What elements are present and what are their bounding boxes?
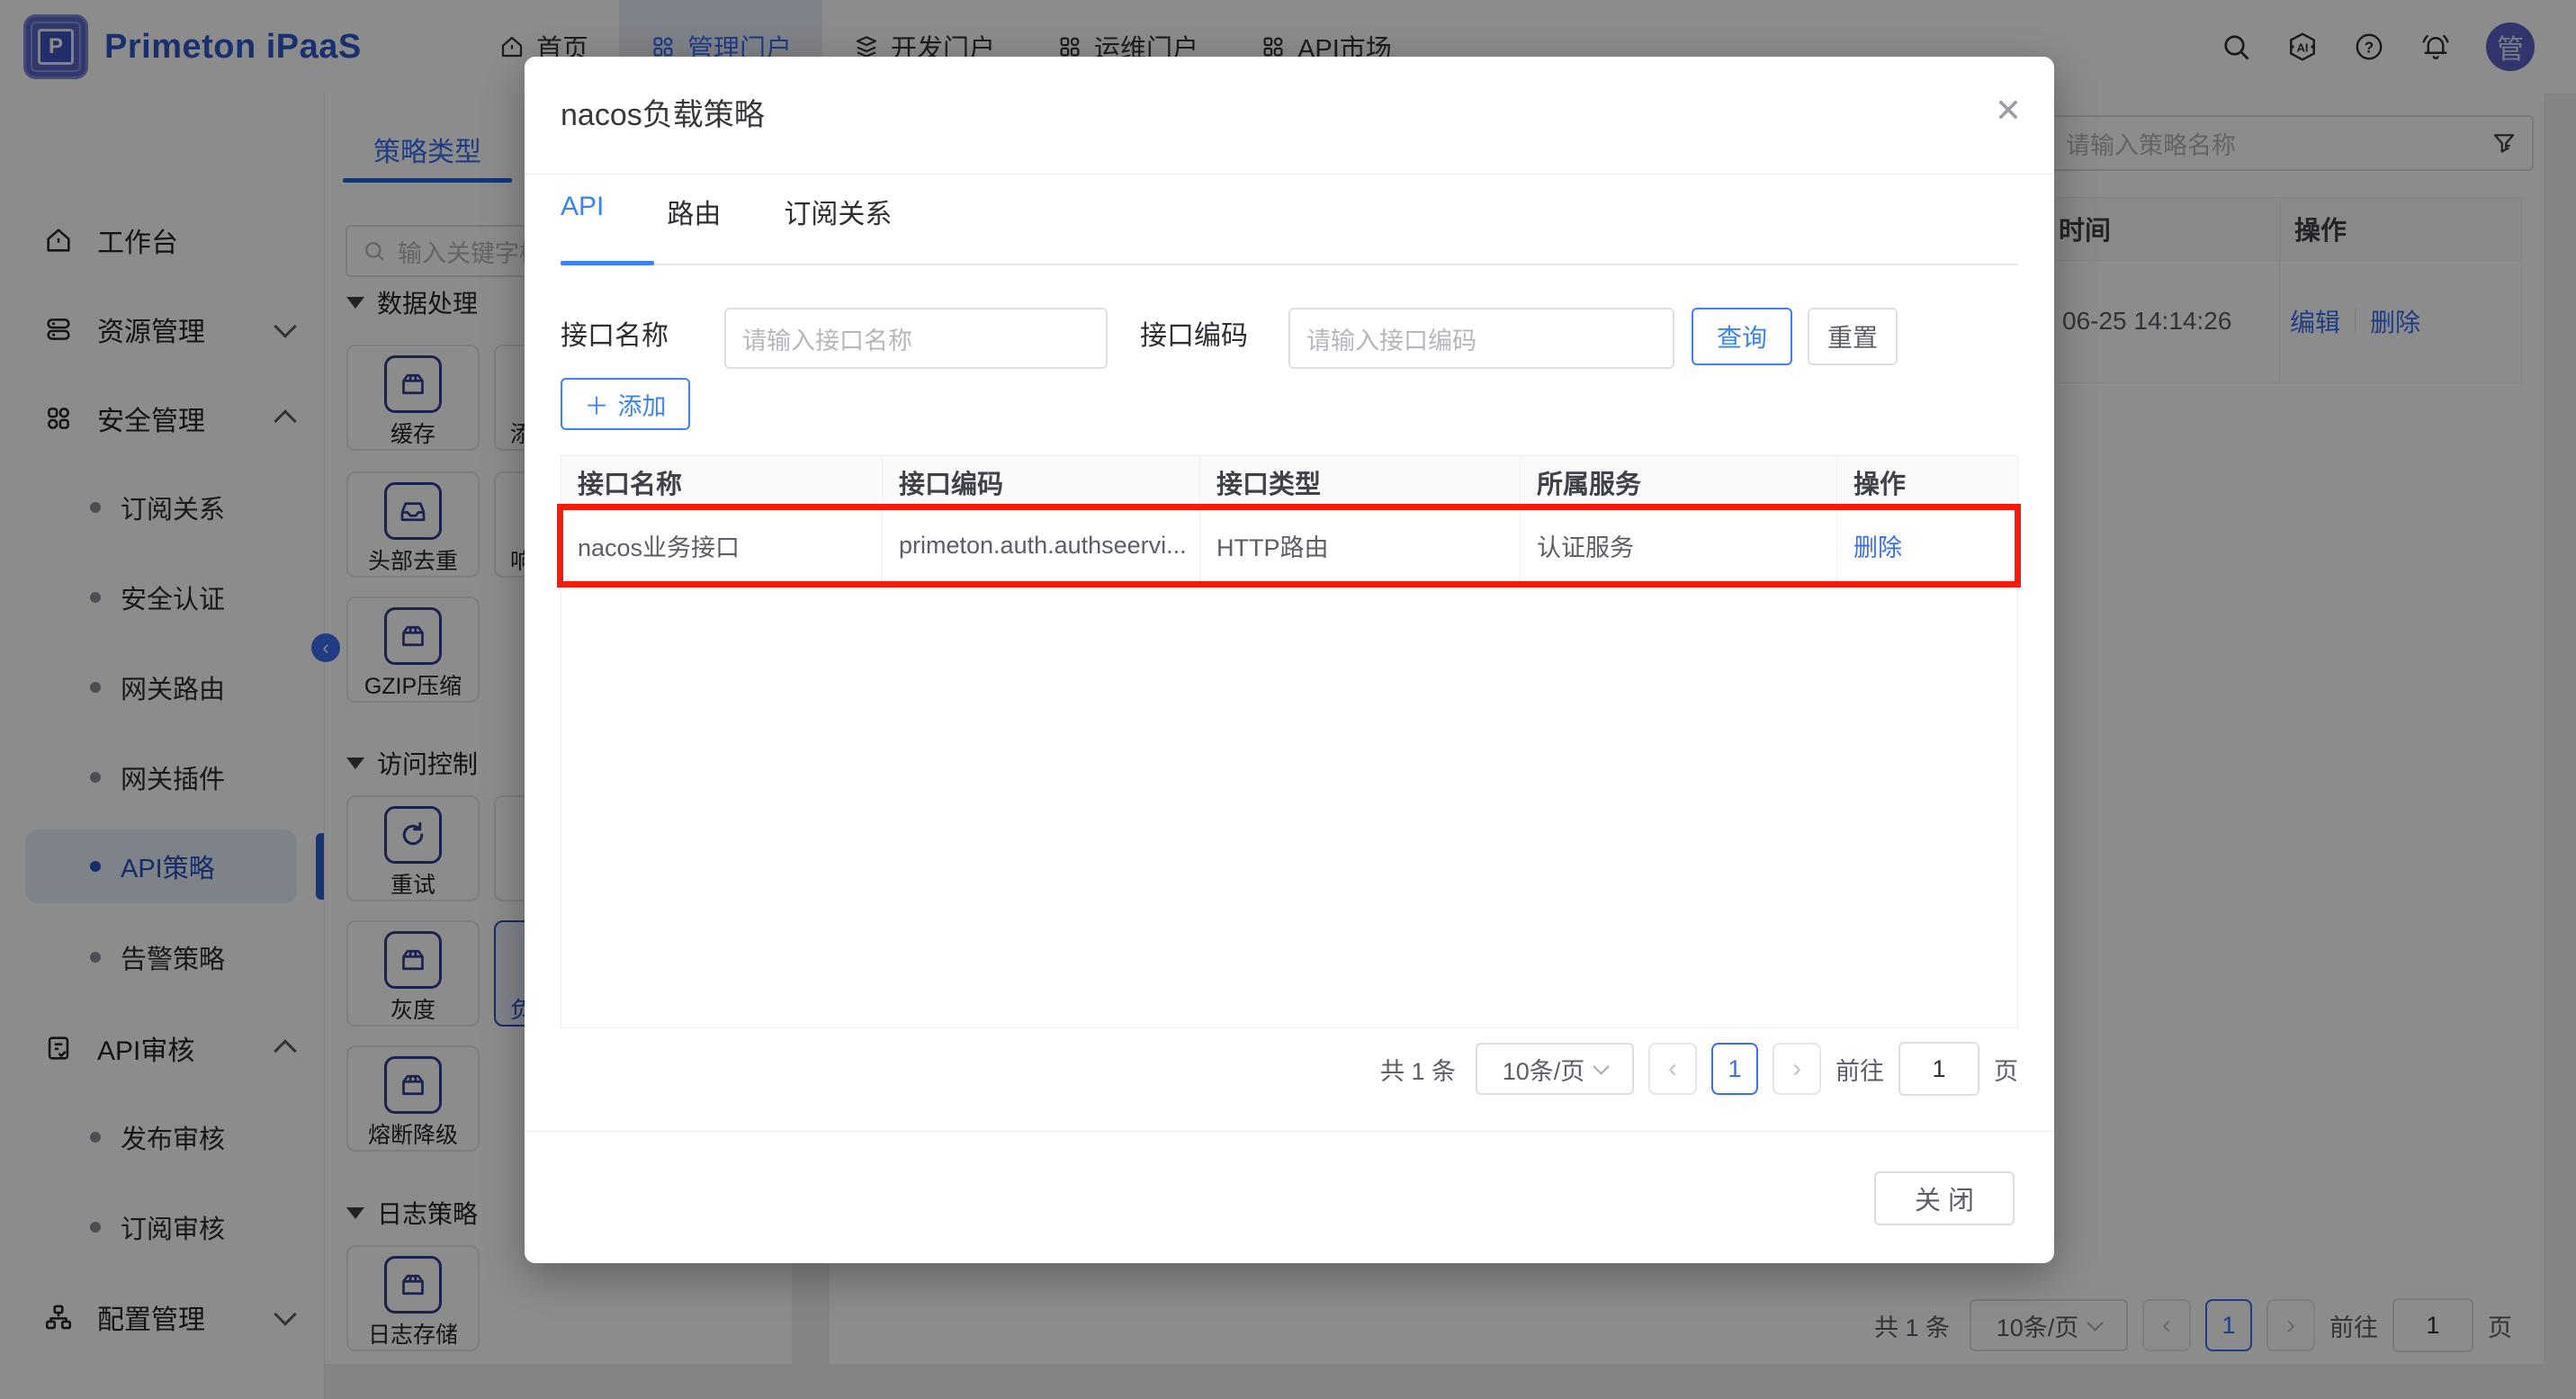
goto-page-input[interactable] bbox=[1898, 1042, 1979, 1096]
prev-page-button[interactable]: ‹ bbox=[1648, 1043, 1697, 1095]
modal-title: nacos负载策略 bbox=[561, 57, 765, 174]
page-size-value: 10条/页 bbox=[1503, 1052, 1585, 1087]
column-header-actions: 操作 bbox=[1837, 456, 2017, 508]
modal-tabs: API 路由 订阅关系 bbox=[561, 192, 892, 255]
add-button-label: 添加 bbox=[618, 387, 667, 422]
column-header-api-name: 接口名称 bbox=[561, 456, 883, 508]
tab-subscriptions[interactable]: 订阅关系 bbox=[784, 192, 892, 255]
api-name-label: 接口名称 bbox=[561, 308, 669, 365]
plus-icon: ＋ bbox=[585, 387, 609, 422]
input-placeholder: 请输入接口名称 bbox=[742, 321, 912, 356]
app-root: P Primeton iPaaS 首页 管理门户 开发门户 运维门户 bbox=[0, 0, 2576, 1399]
divider bbox=[525, 1131, 2054, 1132]
api-table: 接口名称 接口编码 接口类型 所属服务 操作 nacos业务接口 primeto… bbox=[561, 455, 2018, 1028]
divider bbox=[525, 174, 2054, 175]
cell-api-type: HTTP路由 bbox=[1200, 509, 1521, 582]
column-header-service: 所属服务 bbox=[1521, 456, 1837, 508]
current-page-button[interactable]: 1 bbox=[1711, 1043, 1758, 1095]
table-header-row: 接口名称 接口编码 接口类型 所属服务 操作 bbox=[561, 455, 2017, 509]
tab-route[interactable]: 路由 bbox=[667, 192, 721, 255]
page-size-select[interactable]: 10条/页 bbox=[1476, 1043, 1634, 1095]
api-code-input[interactable]: 请输入接口编码 bbox=[1288, 308, 1674, 369]
table-row[interactable]: nacos业务接口 primeton.auth.authseervi... HT… bbox=[561, 509, 2017, 583]
cell-api-name: nacos业务接口 bbox=[561, 509, 883, 582]
close-button[interactable]: 关 闭 bbox=[1874, 1171, 2015, 1225]
tab-api[interactable]: API bbox=[561, 192, 604, 255]
modal-pagination: 共 1 条 10条/页 ‹ 1 › 前往 页 bbox=[1380, 1042, 2018, 1096]
nacos-load-policy-modal: nacos负载策略 ✕ API 路由 订阅关系 接口名称 请输入接口名称 接口编… bbox=[525, 57, 2054, 1263]
api-name-input[interactable]: 请输入接口名称 bbox=[724, 308, 1108, 369]
search-button[interactable]: 查询 bbox=[1692, 308, 1792, 365]
column-header-api-code: 接口编码 bbox=[883, 456, 1200, 508]
reset-button[interactable]: 重置 bbox=[1808, 308, 1898, 365]
goto-label: 前往 bbox=[1836, 1052, 1884, 1087]
input-placeholder: 请输入接口编码 bbox=[1306, 321, 1476, 356]
add-button[interactable]: ＋ 添加 bbox=[561, 378, 690, 430]
tabs-underline bbox=[561, 264, 2018, 265]
column-header-api-type: 接口类型 bbox=[1200, 456, 1521, 508]
tab-active-bar bbox=[561, 261, 654, 265]
delete-link[interactable]: 删除 bbox=[1853, 528, 1902, 563]
next-page-button[interactable]: › bbox=[1773, 1043, 1821, 1095]
api-code-label: 接口编码 bbox=[1140, 308, 1248, 365]
chevron-down-icon bbox=[1593, 1058, 1610, 1074]
cell-api-code: primeton.auth.authseervi... bbox=[883, 509, 1200, 582]
close-icon[interactable]: ✕ bbox=[1995, 94, 2022, 127]
pagination-total: 共 1 条 bbox=[1380, 1052, 1456, 1087]
cell-service: 认证服务 bbox=[1521, 509, 1837, 582]
page-unit-label: 页 bbox=[1994, 1052, 2018, 1087]
